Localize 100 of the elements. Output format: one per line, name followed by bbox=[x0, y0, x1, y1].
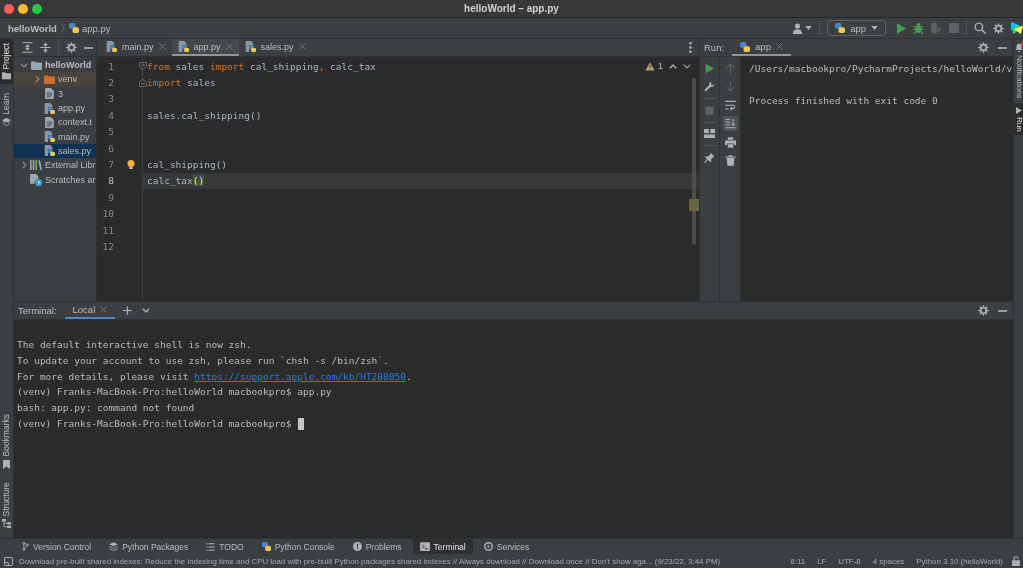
play-icon[interactable] bbox=[704, 62, 715, 74]
close-icon[interactable] bbox=[158, 43, 166, 50]
tree-item[interactable]: helloWorld bbox=[14, 58, 96, 73]
warning-stripe-marker[interactable] bbox=[689, 199, 699, 211]
caret-icon[interactable] bbox=[871, 26, 878, 30]
wrench-icon[interactable] bbox=[704, 81, 715, 93]
tool-window-tab[interactable]: Notifications bbox=[1014, 39, 1023, 103]
scrollbar-thumb[interactable] bbox=[692, 78, 696, 245]
tool-window-button[interactable]: Services bbox=[476, 539, 537, 554]
tool-window-tab[interactable]: Project bbox=[0, 39, 13, 84]
settings-icon[interactable] bbox=[978, 305, 989, 316]
breadcrumb[interactable]: app.py bbox=[68, 22, 111, 34]
app-logo-icon[interactable] bbox=[1011, 22, 1023, 34]
more-options-icon[interactable] bbox=[689, 42, 692, 53]
trash-icon[interactable] bbox=[724, 155, 736, 167]
tool-window-button[interactable]: Version Control bbox=[15, 539, 99, 554]
tool-window-button[interactable]: Terminal bbox=[412, 539, 473, 554]
caret-icon[interactable] bbox=[805, 26, 813, 30]
close-window-icon[interactable] bbox=[4, 3, 14, 14]
terminal-tab[interactable]: Local bbox=[64, 302, 116, 319]
terminal-line: The default interactive shell is now zsh. bbox=[17, 338, 252, 352]
fold-marker-icon[interactable] bbox=[138, 62, 147, 71]
chevron-up-icon[interactable] bbox=[669, 63, 677, 69]
settings-icon[interactable] bbox=[993, 22, 1004, 34]
python-file-icon bbox=[43, 145, 55, 157]
pin-icon[interactable] bbox=[704, 151, 715, 163]
tool-window-tab[interactable]: Learn bbox=[0, 88, 13, 130]
file-clock-icon bbox=[30, 173, 42, 186]
chevron-down-icon[interactable] bbox=[142, 308, 151, 313]
tool-window-button[interactable]: TODO bbox=[199, 539, 251, 554]
minimize-icon[interactable] bbox=[998, 309, 1007, 312]
python-file-icon bbox=[177, 41, 189, 52]
lines-down-arrow-icon[interactable] bbox=[722, 116, 738, 132]
folder-icon bbox=[30, 60, 42, 70]
close-icon[interactable] bbox=[775, 43, 783, 50]
tree-item[interactable]: External Libr bbox=[14, 158, 96, 173]
run-configuration-dropdown[interactable]: app bbox=[827, 20, 886, 36]
terminal-line: To update your account to use zsh, please run `chsh -s /bin/zsh`. bbox=[17, 353, 389, 368]
search-icon[interactable] bbox=[974, 22, 986, 34]
editor-tab[interactable]: sales.py bbox=[238, 39, 312, 56]
settings-icon[interactable] bbox=[978, 42, 989, 53]
tree-item[interactable]: Scratches ar bbox=[14, 172, 96, 187]
code-line: cal_shipping() bbox=[147, 159, 228, 171]
tool-window-button[interactable]: Python Packages bbox=[102, 539, 196, 554]
warning-count[interactable]: 1 bbox=[645, 61, 663, 71]
line-number: 6 bbox=[107, 142, 114, 154]
folder-icon bbox=[43, 74, 55, 84]
wrap-arrow-icon[interactable] bbox=[724, 99, 736, 111]
minimize-window-icon[interactable] bbox=[18, 3, 28, 14]
python-file-icon bbox=[43, 102, 55, 114]
tool-window-tab[interactable]: Run bbox=[1014, 102, 1023, 136]
line-number: 4 bbox=[107, 109, 114, 121]
tool-window-button[interactable]: Problems bbox=[345, 539, 409, 554]
fold-marker-icon[interactable] bbox=[138, 78, 147, 87]
play-icon[interactable] bbox=[897, 22, 906, 34]
tree-item[interactable]: main.py bbox=[14, 129, 96, 144]
bell-icon bbox=[1014, 43, 1023, 52]
console-output-line: /Users/macbookpro/PycharmProjects/helloWorld/v bbox=[749, 62, 1013, 76]
user-icon[interactable] bbox=[792, 22, 804, 34]
minimize-icon[interactable] bbox=[998, 46, 1007, 49]
close-icon[interactable] bbox=[100, 306, 108, 313]
chevron-down-icon[interactable] bbox=[20, 62, 28, 68]
line-number: 3 bbox=[107, 93, 114, 105]
warning-icon[interactable] bbox=[645, 61, 655, 71]
settings-icon[interactable] bbox=[66, 42, 77, 53]
tree-item[interactable]: sales.py bbox=[14, 143, 96, 159]
minimize-icon[interactable] bbox=[84, 46, 93, 49]
blocks-icon[interactable] bbox=[704, 128, 715, 140]
breadcrumb[interactable]: helloWorld bbox=[8, 22, 57, 34]
bug-icon[interactable] bbox=[913, 22, 924, 34]
chevron-right-icon[interactable] bbox=[21, 161, 27, 170]
tool-window-tab[interactable]: Structure bbox=[0, 477, 13, 532]
chevron-down-icon[interactable] bbox=[683, 63, 691, 69]
terminal-link[interactable]: https://support.apple.com/kb/HT208050 bbox=[194, 370, 406, 382]
lock-icon[interactable] bbox=[1012, 556, 1020, 566]
tree-structure-icon bbox=[2, 519, 11, 528]
tree-item[interactable]: context.t bbox=[14, 115, 96, 130]
tree-item[interactable]: app.py bbox=[14, 100, 96, 116]
tool-window-tab[interactable]: Bookmarks bbox=[0, 410, 13, 473]
panel-title: Run: bbox=[704, 41, 726, 55]
close-icon[interactable] bbox=[298, 43, 306, 50]
line-number: 2 bbox=[107, 77, 114, 89]
terminal-icon bbox=[419, 542, 430, 551]
play-circle-icon bbox=[483, 542, 493, 551]
plus-icon[interactable] bbox=[123, 306, 133, 315]
chevron-right-icon[interactable] bbox=[34, 75, 40, 84]
collapse-arrows-icon[interactable] bbox=[40, 42, 51, 53]
tree-item[interactable]: venv bbox=[14, 72, 96, 87]
expand-arrows-icon[interactable] bbox=[22, 42, 33, 53]
window-title: helloWorld – app.py bbox=[464, 3, 559, 14]
tree-item[interactable]: 3 bbox=[14, 86, 96, 101]
panel-square-icon[interactable] bbox=[4, 556, 13, 566]
zoom-window-icon[interactable] bbox=[32, 3, 42, 14]
tool-window-button[interactable]: Python Console bbox=[254, 539, 342, 554]
line-number: 1 bbox=[107, 60, 114, 72]
lightbulb-icon[interactable] bbox=[127, 160, 135, 170]
line-number: 8 bbox=[107, 175, 114, 187]
editor-tab[interactable]: app.py bbox=[171, 39, 239, 56]
printer-icon[interactable] bbox=[724, 136, 736, 148]
editor-tab[interactable]: main.py bbox=[100, 39, 172, 56]
